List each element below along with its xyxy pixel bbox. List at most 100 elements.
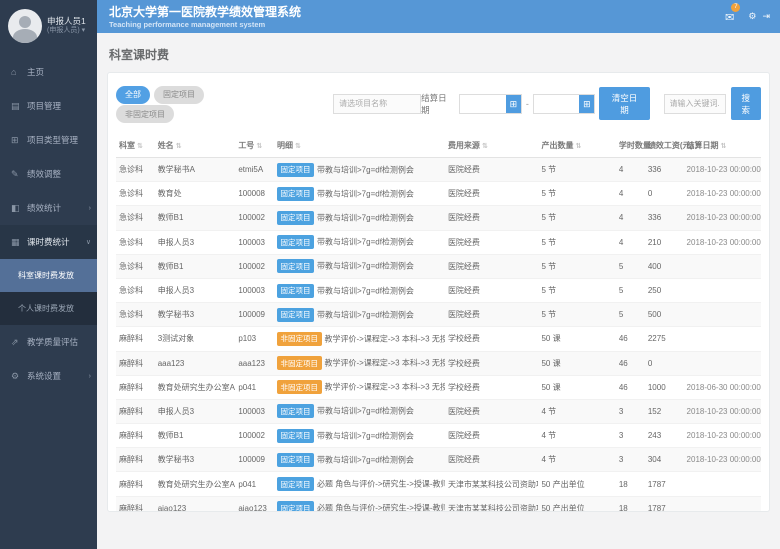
sort-icon[interactable]: ⇅	[176, 143, 182, 150]
cell-class-hours: 5	[616, 254, 645, 278]
sidebar-item-stats[interactable]: ◧绩效统计›	[0, 191, 97, 225]
cell-detail: 固定项目带教与培训>7g=df检测例会	[274, 230, 445, 254]
cell-class-hours: 4	[616, 158, 645, 182]
cell-name: 教师B1	[155, 254, 236, 278]
cell-performance-pay: 336	[645, 206, 684, 230]
project-name-input[interactable]	[333, 94, 421, 114]
notifications-button[interactable]: ✉ 7	[725, 8, 734, 26]
cell-output-quantity: 5 节	[538, 230, 615, 254]
column-header[interactable]: 科室⇅	[116, 135, 155, 158]
cell-name: 教育处	[155, 182, 236, 206]
sidebar-subitem[interactable]: 个人课时费发放	[0, 292, 97, 325]
project-type-tag: 固定项目	[277, 163, 314, 177]
sidebar-item-project[interactable]: ▤项目管理	[0, 89, 97, 123]
sidebar-item-label: 主页	[27, 66, 44, 78]
project-type-tag: 固定项目	[277, 259, 314, 273]
content: 科室课时费 全部固定项目非固定项目 结算日期 ⊞ - ⊞	[97, 33, 780, 549]
chevron-down-icon: ∨	[86, 238, 91, 246]
user-dropdown-caret-icon[interactable]: ▾	[82, 27, 86, 34]
cell-detail: 固定项目带教与培训>7g=df检测例会	[274, 182, 445, 206]
filter-button[interactable]: 全部	[116, 86, 150, 104]
date-filter-label: 结算日期	[421, 92, 453, 116]
calendar-icon[interactable]: ⊞	[506, 95, 521, 113]
cell-employee-id: 100003	[235, 230, 274, 254]
cell-department: 麻醉科	[116, 375, 155, 399]
sort-icon[interactable]: ⇅	[721, 143, 727, 150]
table-header-row: 科室⇅姓名⇅工号⇅明细⇅费用来源⇅产出数量⇅学时数量⇅绩效工资(元)⇅结算日期⇅	[116, 135, 761, 158]
sidebar-subitem[interactable]: 科室课时费发放	[0, 259, 97, 292]
sidebar-item-quality[interactable]: ⇗教学质量评估	[0, 325, 97, 359]
sort-icon[interactable]: ⇅	[137, 143, 143, 150]
cell-employee-id: 100002	[235, 254, 274, 278]
cell-fee-source: 天津市某某科技公司资助项目	[445, 472, 539, 496]
filter-button[interactable]: 非固定项目	[116, 105, 174, 123]
column-header[interactable]: 学时数量⇅	[616, 135, 645, 158]
sidebar-item-home[interactable]: ⌂主页	[0, 55, 97, 89]
cell-name: 教师B1	[155, 206, 236, 230]
cell-output-quantity: 4 节	[538, 399, 615, 423]
cell-employee-id: 100002	[235, 424, 274, 448]
cell-name: 教学秘书3	[155, 303, 236, 327]
cell-class-hours: 4	[616, 230, 645, 254]
sort-icon[interactable]: ⇅	[575, 143, 581, 150]
logout-icon[interactable]: ⇥	[762, 11, 770, 22]
sort-icon[interactable]: ⇅	[256, 143, 262, 150]
sort-icon[interactable]: ⇅	[482, 143, 488, 150]
user-panel[interactable]: 申报人员1 (申报人员) ▾	[0, 0, 97, 55]
column-header[interactable]: 费用来源⇅	[445, 135, 539, 158]
cell-detail: 固定项目带教与培训>7g=df检测例会	[274, 424, 445, 448]
column-header[interactable]: 结算日期⇅	[684, 135, 761, 158]
cell-output-quantity: 4 节	[538, 424, 615, 448]
cell-class-hours: 4	[616, 182, 645, 206]
cell-class-hours: 46	[616, 351, 645, 375]
sidebar-item-adjust[interactable]: ✎绩效调整	[0, 157, 97, 191]
cell-settlement-date: 2018-10-23 00:00:00	[684, 182, 761, 206]
sidebar-item-label: 绩效调整	[27, 168, 61, 180]
column-header[interactable]: 工号⇅	[235, 135, 274, 158]
sort-icon[interactable]: ⇅	[295, 143, 301, 150]
cell-output-quantity: 5 节	[538, 278, 615, 302]
sidebar-item-label: 项目类型管理	[27, 134, 78, 146]
cell-department: 急诊科	[116, 158, 155, 182]
cell-department: 急诊科	[116, 278, 155, 302]
cell-output-quantity: 5 节	[538, 182, 615, 206]
chevron-right-icon: ›	[89, 205, 91, 212]
column-header[interactable]: 明细⇅	[274, 135, 445, 158]
settlement-date-start[interactable]: ⊞	[459, 94, 522, 114]
quality-icon: ⇗	[11, 337, 23, 348]
page-title: 科室课时费	[109, 46, 770, 63]
cell-performance-pay: 2275	[645, 327, 684, 351]
column-header[interactable]: 姓名⇅	[155, 135, 236, 158]
column-header[interactable]: 产出数量⇅	[538, 135, 615, 158]
cell-output-quantity: 50 产出单位	[538, 496, 615, 512]
keyword-input[interactable]	[664, 94, 726, 114]
cell-fee-source: 医院经费	[445, 158, 539, 182]
sidebar-item-project-type[interactable]: ⊞项目类型管理	[0, 123, 97, 157]
settlement-date-end[interactable]: ⊞	[533, 94, 596, 114]
project-type-tag: 固定项目	[277, 187, 314, 201]
cell-employee-id: 100003	[235, 399, 274, 423]
filter-button[interactable]: 固定项目	[154, 86, 204, 104]
cell-fee-source: 医院经费	[445, 254, 539, 278]
clear-date-button[interactable]: 清空日期	[599, 87, 649, 120]
cell-performance-pay: 250	[645, 278, 684, 302]
cell-performance-pay: 243	[645, 424, 684, 448]
sidebar-item-settings[interactable]: ⚙系统设置›	[0, 359, 97, 393]
data-panel: 全部固定项目非固定项目 结算日期 ⊞ - ⊞ 清空日期	[107, 72, 770, 512]
sidebar-item-fee[interactable]: ▦课时费统计∨	[0, 225, 97, 259]
user-role: (申报人员) ▾	[47, 27, 86, 36]
cell-performance-pay: 336	[645, 158, 684, 182]
cell-fee-source: 学校经费	[445, 327, 539, 351]
settings-icon[interactable]: ⚙	[748, 11, 756, 22]
cell-output-quantity: 5 节	[538, 158, 615, 182]
cell-department: 急诊科	[116, 206, 155, 230]
column-header[interactable]: 绩效工资(元)⇅	[645, 135, 684, 158]
cell-employee-id: aaa123	[235, 351, 274, 375]
cell-department: 急诊科	[116, 230, 155, 254]
cell-fee-source: 天津市某某科技公司资助项目	[445, 496, 539, 512]
calendar-icon[interactable]: ⊞	[579, 95, 594, 113]
search-button[interactable]: 搜索	[731, 87, 761, 120]
table-row: 急诊科教育处100008固定项目带教与培训>7g=df检测例会医院经费5 节40…	[116, 182, 761, 206]
notification-badge: 7	[731, 3, 740, 12]
cell-employee-id: 100009	[235, 303, 274, 327]
